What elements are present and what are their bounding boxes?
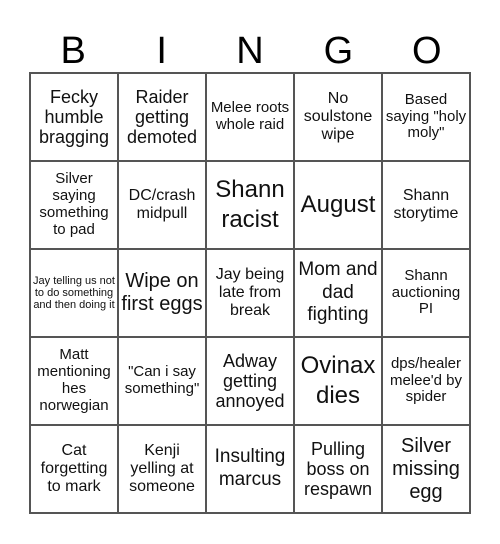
bingo-cell[interactable]: Raider getting demoted: [118, 73, 206, 161]
bingo-cell[interactable]: No soulstone wipe: [294, 73, 382, 161]
bingo-cell[interactable]: Adway getting annoyed: [206, 337, 294, 425]
bingo-cell[interactable]: Cat forgetting to mark: [30, 425, 118, 513]
bingo-cell[interactable]: Silver saying something to pad: [30, 161, 118, 249]
bingo-cell[interactable]: Shann auctioning PI: [382, 249, 470, 337]
bingo-cell[interactable]: Ovinax dies: [294, 337, 382, 425]
bingo-card-grid: Fecky humble bragging Raider getting dem…: [29, 72, 471, 514]
bingo-cell[interactable]: Insulting marcus: [206, 425, 294, 513]
bingo-cell[interactable]: "Can i say something": [118, 337, 206, 425]
bingo-cell[interactable]: Jay being late from break: [206, 249, 294, 337]
bingo-cell[interactable]: Jay telling us not to do something and t…: [30, 249, 118, 337]
header-letter-o: O: [412, 30, 442, 72]
bingo-cell[interactable]: Mom and dad fighting: [294, 249, 382, 337]
header-letter-g: G: [323, 30, 354, 72]
bingo-cell[interactable]: Silver missing egg: [382, 425, 470, 513]
bingo-cell[interactable]: Wipe on first eggs: [118, 249, 206, 337]
bingo-cell[interactable]: Shann storytime: [382, 161, 470, 249]
bingo-cell[interactable]: Shann racist: [206, 161, 294, 249]
bingo-cell[interactable]: August: [294, 161, 382, 249]
bingo-header: B I N G O: [29, 30, 471, 72]
bingo-cell[interactable]: dps/healer melee'd by spider: [382, 337, 470, 425]
bingo-cell[interactable]: Kenji yelling at someone: [118, 425, 206, 513]
bingo-cell[interactable]: Based saying "holy moly": [382, 73, 470, 161]
header-letter-b: B: [60, 30, 86, 72]
bingo-cell[interactable]: DC/crash midpull: [118, 161, 206, 249]
bingo-cell[interactable]: Pulling boss on respawn: [294, 425, 382, 513]
header-letter-i: I: [156, 30, 167, 72]
header-letter-n: N: [236, 30, 264, 72]
bingo-cell[interactable]: Melee roots whole raid: [206, 73, 294, 161]
bingo-cell[interactable]: Fecky humble bragging: [30, 73, 118, 161]
bingo-cell[interactable]: Matt mentioning hes norwegian: [30, 337, 118, 425]
